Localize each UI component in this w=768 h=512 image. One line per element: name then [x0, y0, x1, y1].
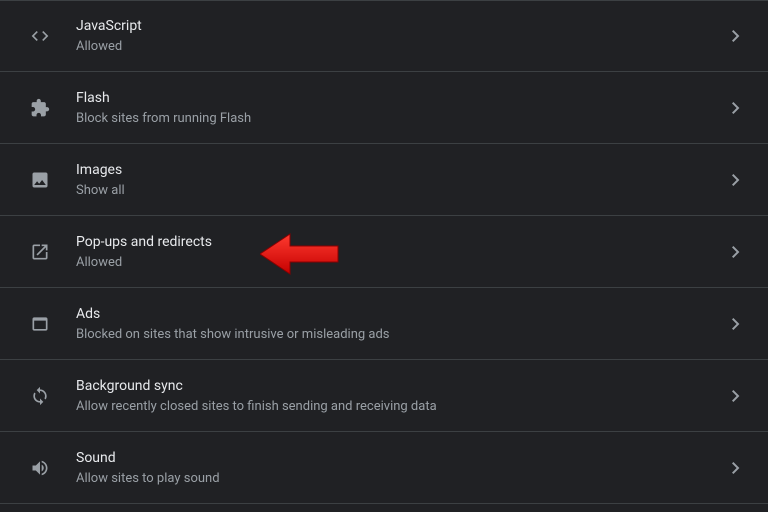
chevron-right-icon — [724, 318, 748, 330]
setting-subtitle: Block sites from running Flash — [76, 110, 724, 128]
site-settings-list: JavaScript Allowed Flash Block sites fro… — [0, 0, 768, 504]
setting-subtitle: Allowed — [76, 254, 724, 272]
puzzle-icon — [20, 98, 60, 118]
setting-row-sound[interactable]: Sound Allow sites to play sound — [0, 432, 768, 504]
popup-icon — [20, 242, 60, 262]
setting-title: Ads — [76, 304, 724, 324]
chevron-right-icon — [724, 174, 748, 186]
setting-text: Flash Block sites from running Flash — [60, 88, 724, 128]
setting-row-images[interactable]: Images Show all — [0, 144, 768, 216]
setting-title: Background sync — [76, 376, 724, 396]
chevron-right-icon — [724, 462, 748, 474]
setting-title: Pop-ups and redirects — [76, 232, 724, 252]
setting-title: JavaScript — [76, 16, 724, 36]
setting-text: Pop-ups and redirects Allowed — [60, 232, 724, 272]
setting-subtitle: Allow sites to play sound — [76, 470, 724, 488]
rect-icon — [20, 314, 60, 334]
setting-subtitle: Blocked on sites that show intrusive or … — [76, 326, 724, 344]
setting-row-ads[interactable]: Ads Blocked on sites that show intrusive… — [0, 288, 768, 360]
code-icon — [20, 26, 60, 46]
sound-icon — [20, 458, 60, 478]
setting-text: Background sync Allow recently closed si… — [60, 376, 724, 416]
setting-text: Images Show all — [60, 160, 724, 200]
chevron-right-icon — [724, 102, 748, 114]
setting-row-background-sync[interactable]: Background sync Allow recently closed si… — [0, 360, 768, 432]
chevron-right-icon — [724, 30, 748, 42]
setting-text: Ads Blocked on sites that show intrusive… — [60, 304, 724, 344]
chevron-right-icon — [724, 390, 748, 402]
chevron-right-icon — [724, 246, 748, 258]
setting-title: Sound — [76, 448, 724, 468]
image-icon — [20, 170, 60, 190]
setting-subtitle: Allowed — [76, 38, 724, 56]
setting-row-flash[interactable]: Flash Block sites from running Flash — [0, 72, 768, 144]
setting-title: Images — [76, 160, 724, 180]
setting-row-popups[interactable]: Pop-ups and redirects Allowed — [0, 216, 768, 288]
setting-title: Flash — [76, 88, 724, 108]
sync-icon — [20, 386, 60, 406]
setting-row-javascript[interactable]: JavaScript Allowed — [0, 0, 768, 72]
setting-subtitle: Show all — [76, 182, 724, 200]
setting-text: JavaScript Allowed — [60, 16, 724, 56]
setting-subtitle: Allow recently closed sites to finish se… — [76, 398, 724, 416]
setting-text: Sound Allow sites to play sound — [60, 448, 724, 488]
